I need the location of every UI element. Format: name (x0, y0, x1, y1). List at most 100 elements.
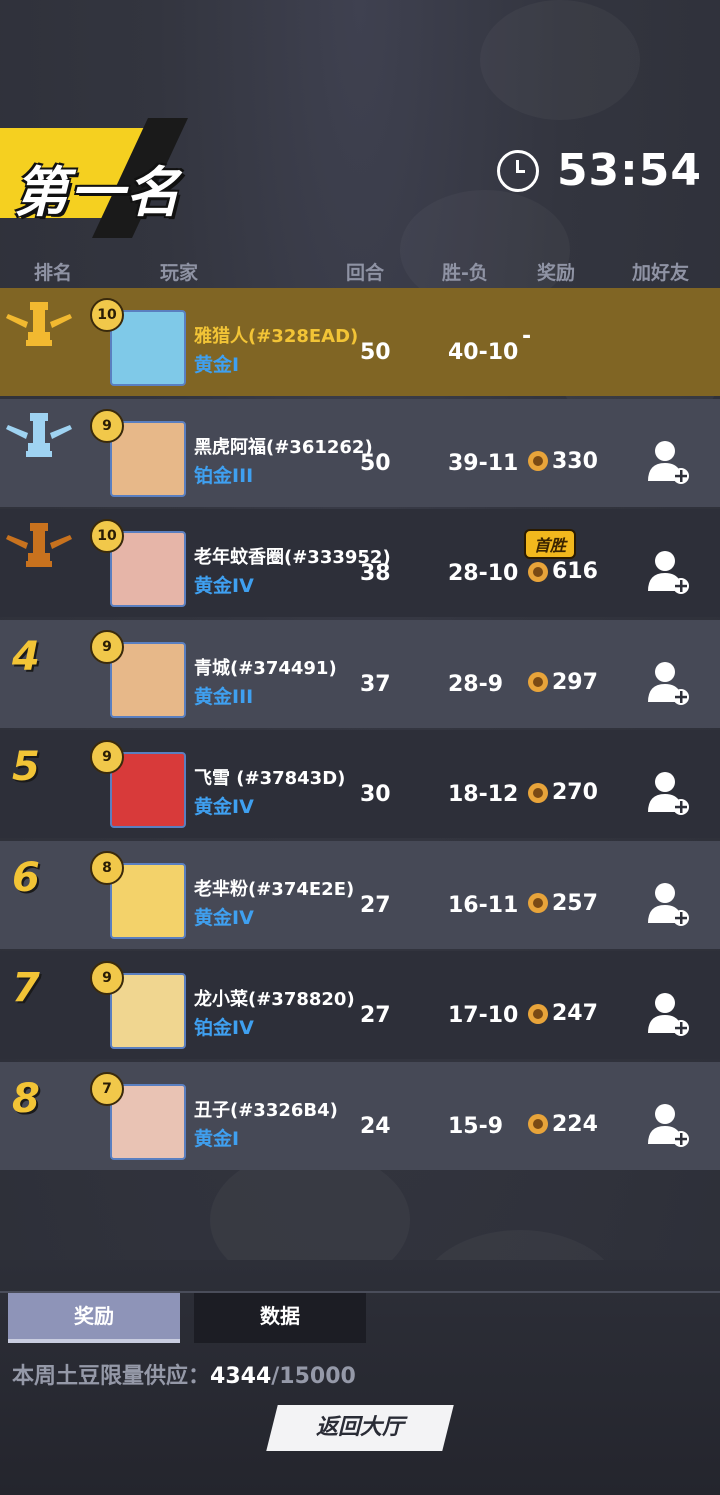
player-reward: - (522, 324, 532, 349)
player-row: 9 黑虎阿福(#361262) 铂金III 50 39-11 330 (0, 398, 720, 507)
add-friend-icon[interactable] (646, 439, 692, 485)
add-friend-icon[interactable] (646, 991, 692, 1037)
level-badge: 9 (90, 629, 124, 664)
reward-value: 257 (552, 890, 598, 916)
timer: 53:54 (496, 145, 702, 196)
player-rounds: 27 (360, 1003, 391, 1028)
rank-banner: 第一名 (0, 118, 260, 238)
add-friend-icon[interactable] (646, 770, 692, 816)
player-winloss: 28-10 (448, 561, 519, 586)
player-winloss: 28-9 (448, 671, 504, 697)
player-rounds: 50 (360, 450, 391, 476)
rank-number: 8 (12, 1075, 40, 1122)
weekly-supply: 本周土豆限量供应：4344/15000 (12, 1358, 356, 1390)
rank-number: 4 (12, 633, 40, 680)
player-reward: 257 (528, 891, 598, 916)
potato-coin-icon (528, 561, 548, 582)
player-reward: 330 (528, 449, 598, 474)
rank-number: 7 (12, 965, 40, 1011)
player-winloss: 15-9 (448, 1113, 504, 1139)
rank-number: 5 (12, 744, 40, 790)
player-name: 雅猎人(#328EAD) (194, 326, 359, 347)
player-rounds: 37 (360, 671, 391, 697)
player-row: 10 雅猎人(#328EAD) 黄金I 50 40-10- (0, 288, 720, 396)
player-rounds: 27 (360, 892, 391, 918)
level-badge: 10 (90, 519, 124, 553)
tab-reward[interactable]: 奖励 (8, 1293, 180, 1343)
banner-title: 第一名 (14, 161, 182, 224)
player-row: 8 7 丑子(#3326B4) 黄金I 24 15-9 224 (0, 1061, 720, 1170)
potato-coin-icon (528, 782, 548, 803)
gold-rook-trophy-icon (6, 302, 72, 346)
clock-icon (496, 149, 539, 192)
player-winloss: 40-10 (448, 340, 519, 365)
level-badge: 9 (90, 408, 124, 443)
player-row: 6 8 老芈粉(#374E2E) 黄金IV 27 16-11 257 (0, 840, 720, 949)
player-tier: 铂金IV (194, 1017, 254, 1039)
potato-coin-icon (528, 451, 548, 471)
timer-value: 53:54 (556, 145, 702, 196)
add-friend-icon[interactable] (646, 549, 692, 595)
player-winloss: 39-11 (448, 450, 519, 476)
add-friend-icon[interactable] (646, 1102, 692, 1148)
level-badge: 10 (90, 298, 124, 332)
player-rounds: 30 (360, 782, 391, 807)
rank-number: 6 (12, 854, 40, 901)
reward-value: 270 (552, 780, 598, 805)
reward-value: 247 (552, 1001, 598, 1026)
player-name: 飞雪 (#37843D) (194, 768, 346, 789)
player-winloss: 17-10 (448, 1003, 519, 1028)
reward-value: 330 (552, 448, 598, 474)
add-friend-icon[interactable] (646, 660, 692, 706)
player-tier: 黄金III (194, 685, 254, 708)
player-rounds: 38 (360, 561, 391, 586)
potato-coin-icon (528, 893, 548, 913)
player-row: 4 9 青城(#374491) 黄金III 37 28-9 297 (0, 619, 720, 728)
reward-value: 616 (552, 559, 598, 584)
player-row: 10 老年蚊香圈(#333952) 黄金IV 38 28-10 616 首胜 (0, 509, 720, 617)
header-rounds: 回合 (346, 262, 385, 284)
player-tier: 黄金IV (194, 906, 254, 929)
player-rounds: 50 (360, 340, 391, 365)
silver-rook-trophy-icon (6, 412, 72, 457)
player-tier: 黄金I (194, 354, 240, 376)
player-name: 老芈粉(#374E2E) (194, 878, 355, 900)
add-friend-icon[interactable] (646, 881, 692, 927)
level-badge: 7 (90, 1071, 124, 1106)
back-to-lobby-button[interactable]: 返回大厅 (266, 1405, 454, 1451)
player-name: 黑虎阿福(#361262) (194, 436, 373, 458)
player-tier: 黄金IV (194, 796, 254, 818)
player-reward: 270 (528, 780, 598, 805)
level-badge: 8 (90, 850, 124, 885)
first-win-badge: 首胜 (524, 529, 577, 559)
reward-value: 224 (552, 1111, 598, 1137)
tab-data[interactable]: 数据 (194, 1293, 366, 1343)
potato-coin-icon (528, 672, 548, 692)
header-player: 玩家 (160, 262, 199, 284)
player-reward: 247 (528, 1001, 598, 1026)
level-badge: 9 (90, 961, 124, 995)
player-reward: 224 (528, 1112, 598, 1137)
back-button-label: 返回大厅 (315, 1415, 404, 1440)
player-name: 丑子(#3326B4) (194, 1099, 338, 1121)
header-winloss: 胜-负 (442, 262, 488, 284)
player-tier: 黄金IV (194, 575, 254, 597)
player-reward: 297 (528, 670, 598, 695)
player-row: 7 9 龙小菜(#378820) 铂金IV 27 17-10 247 (0, 951, 720, 1059)
player-name: 龙小菜(#378820) (194, 989, 355, 1010)
bronze-rook-trophy-icon (6, 523, 72, 567)
player-reward: 616 (528, 559, 598, 584)
level-badge: 9 (90, 740, 124, 774)
header-add-friend: 加好友 (632, 262, 690, 284)
player-tier: 黄金I (194, 1127, 240, 1150)
player-row: 5 9 飞雪 (#37843D) 黄金IV 30 18-12 270 (0, 730, 720, 838)
potato-coin-icon (528, 1003, 548, 1024)
player-winloss: 16-11 (448, 892, 519, 918)
potato-coin-icon (528, 1114, 548, 1134)
player-winloss: 18-12 (448, 782, 519, 807)
supply-label: 本周土豆限量供应： (12, 1364, 211, 1389)
player-name: 青城(#374491) (194, 657, 337, 679)
reward-value: 297 (552, 669, 598, 695)
player-tier: 铂金III (194, 464, 254, 487)
player-rounds: 24 (360, 1113, 391, 1139)
